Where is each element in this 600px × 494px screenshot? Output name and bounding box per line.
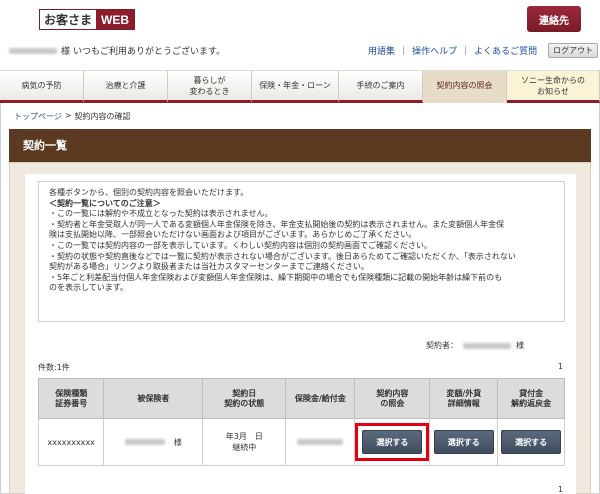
logout-button[interactable]: ログアウト [548, 43, 599, 58]
col-header-contract-date: 契約日 契約の状態 [202, 378, 287, 419]
welcome-suffix: 様 [61, 47, 71, 57]
col-header-insured: 被保険者 [103, 378, 204, 419]
contractor-suffix: 様 [516, 341, 524, 350]
contract-table: 保険種類 証券番号 被保険者 契約日 契約の状態 保険金/給付金 契約内容 の照… [37, 378, 565, 466]
nav-item-treatment[interactable]: 治療と介護 [84, 71, 168, 103]
result-count: 件数:1件 [38, 363, 70, 372]
cell-insured: 様 [103, 418, 204, 466]
breadcrumb: トップページ > 契約内容の確認 [14, 111, 131, 122]
nav-item-contract-inquiry[interactable]: 契約内容の照会 [423, 71, 507, 103]
header: お客さま WEB 連絡先 様 いつもご利用ありがとうございます。 用語集 | 操… [0, 0, 600, 70]
select-variable-detail-button[interactable]: 選択する [433, 430, 494, 454]
help-link[interactable]: 操作ヘルプ [412, 44, 457, 57]
notice-line: ・この一覧では契約内容の一部を表示しています。くわしい契約内容は個別の契約画面で… [49, 240, 432, 250]
contact-button[interactable]: 連絡先 [527, 6, 581, 32]
col-header-variable: 変額/外貨 詳細情報 [429, 378, 499, 419]
page-number: 1 [558, 362, 564, 371]
breadcrumb-top[interactable]: トップページ [14, 111, 62, 122]
notice-line: ・契約者と年金受取人が同一人である変額個人年金保険を除き、年金支払開始後の契約は… [49, 219, 505, 229]
notice-line: 契約がある場合」リンクより取扱者または当社カスタマーセンターまでご連絡ください。 [49, 262, 369, 272]
col-header-loan: 貸付金 解約返戻金 [497, 378, 565, 419]
contractor-name-redacted [463, 342, 511, 349]
nav-item-life-changes[interactable]: 暮らしが 変わるとき [168, 71, 252, 103]
logo-web: WEB [96, 10, 135, 29]
notice-box: 各種ボタンから、個別の契約内容を照会いただけます。 ＜契約一覧についてのご注意＞… [38, 181, 565, 322]
col-header-benefit: 保険金/給付金 [285, 378, 356, 419]
page-number-bottom: 1 [558, 485, 564, 494]
breadcrumb-separator: > [64, 111, 72, 120]
faq-link[interactable]: よくあるご質問 [474, 44, 537, 57]
nav-item-insurance[interactable]: 保険・年金・ローン [252, 71, 339, 103]
highlight-box: 選択する [355, 423, 430, 461]
contract-date: 年3月 日 [225, 432, 263, 441]
contractor-info: 契約者： 様 [426, 340, 524, 351]
separator: | [464, 45, 468, 56]
page-title: 契約一覧 [9, 129, 591, 162]
main-nav: 病気の予防 治療と介護 暮らしが 変わるとき 保険・年金・ローン 手続のご案内 … [0, 70, 600, 103]
welcome-message: 様 いつもご利用ありがとうございます。 [9, 44, 225, 57]
cell-inquiry: 選択する [354, 418, 431, 466]
logo[interactable]: お客さま WEB [39, 9, 136, 30]
col-header-policy: 保険種類 証券番号 [37, 378, 105, 419]
glossary-link[interactable]: 用語集 [368, 44, 395, 57]
notice-line: 険は支払開始以降、一部照会いただけない画面および項目がございます。あらかじめご了… [49, 230, 417, 240]
logo-jp: お客さま [40, 10, 97, 29]
contract-status: 継続中 [232, 443, 257, 452]
contractor-label: 契約者： [426, 341, 458, 350]
welcome-text: いつもご利用ありがとうございます。 [73, 47, 226, 57]
nav-item-prevention[interactable]: 病気の予防 [0, 71, 84, 103]
notice-line: ・5年ごと利差配当付個人年金保険および変額個人年金保険は、繰下期間中の場合でも保… [49, 272, 503, 282]
notice-heading: ＜契約一覧についてのご注意＞ [49, 198, 161, 208]
user-name-redacted [9, 47, 57, 54]
col-header-inquiry: 契約内容 の照会 [354, 378, 431, 419]
notice-line: ・この一覧には解約や不成立となった契約は表示されません。 [49, 209, 273, 219]
benefit-amount-redacted [297, 439, 344, 445]
insured-name-redacted [125, 439, 166, 445]
table-header-row: 保険種類 証券番号 被保険者 契約日 契約の状態 保険金/給付金 契約内容 の照… [37, 378, 565, 419]
notice-line: のを表示しています。 [49, 283, 128, 293]
insured-suffix: 様 [173, 437, 182, 447]
cell-benefit [285, 418, 356, 466]
select-contract-inquiry-button[interactable]: 選択する [362, 430, 423, 454]
select-loan-button[interactable]: 選択する [501, 430, 562, 454]
breadcrumb-current: 契約内容の確認 [74, 112, 131, 121]
cell-policy-number: xxxxxxxxxx [37, 418, 105, 466]
notice-line: ・契約の状態や契約直後などでは一覧に契約が表示されない場合がございます。後日あら… [49, 251, 516, 261]
table-row: xxxxxxxxxx 様 年3月 日 継続中 選択する 選択する 選択する [37, 418, 565, 466]
cell-loan: 選択する [497, 418, 565, 466]
notice-intro: 各種ボタンから、個別の契約内容を照会いただけます。 [49, 188, 249, 197]
nav-item-procedures[interactable]: 手続のご案内 [339, 71, 423, 103]
utility-links: 用語集 | 操作ヘルプ | よくあるご質問 ログアウト [368, 43, 599, 58]
separator: | [402, 45, 406, 56]
nav-item-news[interactable]: ソニー生命からの お知らせ [507, 71, 600, 103]
cell-contract-date: 年3月 日 継続中 [202, 418, 287, 466]
cell-variable: 選択する [429, 418, 499, 466]
